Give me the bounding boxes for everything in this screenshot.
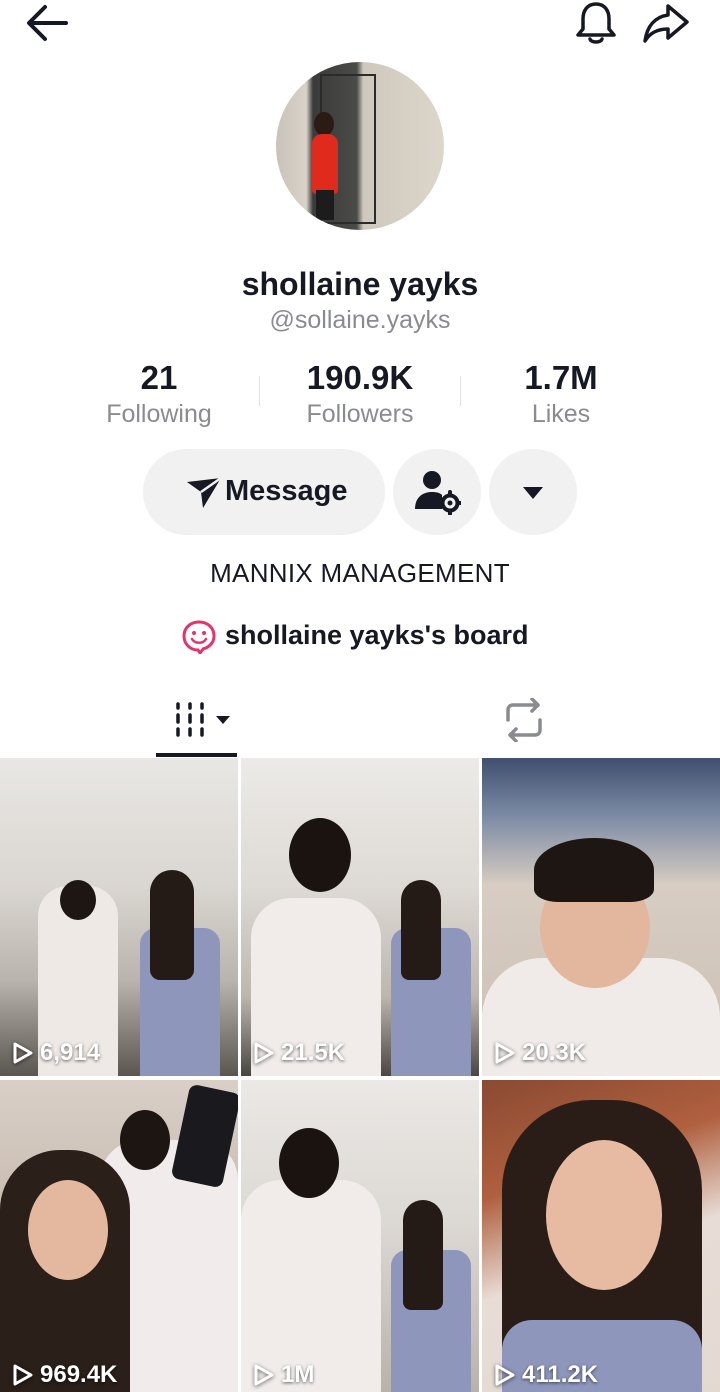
play-icon [254, 1364, 274, 1386]
board-smile-icon [182, 620, 216, 654]
view-count: 6,914 [12, 1038, 100, 1068]
repost-icon[interactable] [500, 698, 548, 742]
user-settings-icon [415, 471, 461, 515]
grid-videos-icon [176, 702, 230, 737]
bell-icon[interactable] [572, 0, 620, 46]
play-icon [495, 1364, 515, 1386]
play-icon [495, 1042, 515, 1064]
thumbnail-person [289, 818, 351, 892]
username: @sollaine.yayks [269, 306, 451, 334]
stat-value: 190.9K [306, 359, 414, 396]
avatar-photo-figure [312, 134, 338, 194]
message-button[interactable]: Message [143, 449, 385, 535]
view-count-text: 21.5K [281, 1039, 346, 1066]
stat-label: Followers [306, 400, 414, 428]
display-name: shollaine yayks [241, 266, 479, 302]
video-tile[interactable]: 21.5K [241, 758, 479, 1076]
video-tile[interactable]: 6,914 [0, 758, 238, 1076]
stat-value: 1.7M [524, 359, 598, 396]
view-count-text: 1M [281, 1361, 315, 1388]
stat-likes[interactable]: 1.7M Likes [461, 358, 661, 430]
caret-down-icon [523, 487, 543, 499]
video-tile[interactable]: 1M [241, 1080, 479, 1392]
view-count: 21.5K [253, 1038, 345, 1068]
thumbnail-person [403, 1200, 443, 1310]
top-bar [0, 0, 720, 48]
view-count-text: 411.2K [522, 1361, 599, 1388]
stat-following[interactable]: 21 Following [59, 358, 259, 430]
arrow-left-icon[interactable] [24, 2, 70, 44]
board-label: shollaine yayks's board [225, 620, 529, 650]
share-arrow-icon[interactable] [640, 0, 692, 46]
view-count-text: 20.3K [522, 1039, 587, 1066]
send-icon [187, 476, 222, 508]
content-tabs [0, 690, 720, 758]
avatar-photo-head [314, 112, 334, 136]
profile-bio: MANNIX MANAGEMENT [210, 558, 510, 588]
profile-avatar[interactable] [276, 62, 444, 230]
video-tile[interactable]: 20.3K [482, 758, 720, 1076]
video-grid: 6,914 21.5K 20.3K 969.4K 1M 411.2K [0, 758, 720, 1392]
stat-value: 21 [140, 359, 178, 396]
thumbnail-person [534, 838, 654, 902]
thumbnail-person [60, 880, 96, 920]
tab-videos[interactable] [156, 690, 238, 758]
view-count: 411.2K [494, 1360, 598, 1390]
video-tile[interactable]: 969.4K [0, 1080, 238, 1392]
play-icon [13, 1042, 33, 1064]
view-count: 1M [253, 1360, 314, 1390]
play-icon [254, 1042, 274, 1064]
play-icon [13, 1364, 33, 1386]
stat-label: Likes [531, 400, 591, 428]
thumbnail-person [401, 880, 441, 980]
video-tile[interactable]: 411.2K [482, 1080, 720, 1392]
view-count-text: 969.4K [40, 1361, 118, 1388]
message-button-label: Message [225, 475, 348, 507]
thumbnail-person [546, 1140, 662, 1290]
view-count: 969.4K [12, 1360, 117, 1390]
thumbnail-person [28, 1180, 108, 1280]
view-count-text: 6,914 [40, 1039, 101, 1066]
active-tab-indicator [156, 753, 237, 757]
stat-followers[interactable]: 190.9K Followers [260, 358, 460, 430]
view-count: 20.3K [494, 1038, 586, 1068]
thumbnail-person [120, 1110, 170, 1170]
thumbnail-person [279, 1128, 339, 1198]
more-options-button[interactable] [489, 449, 577, 535]
thumbnail-person [150, 870, 194, 980]
avatar-photo-legs [316, 190, 334, 220]
follow-settings-button[interactable] [393, 449, 481, 535]
stat-label: Following [106, 400, 212, 428]
